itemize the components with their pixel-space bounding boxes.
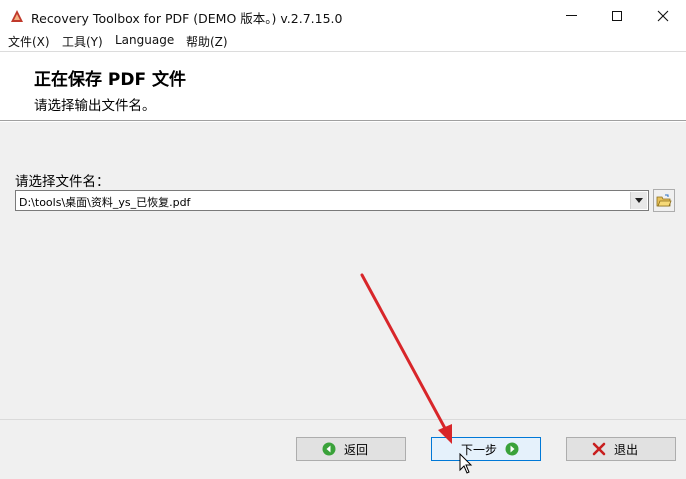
file-name-combobox[interactable]: D:\tools\桌面\资料_ys_已恢复.pdf	[15, 190, 649, 211]
wizard-content: 请选择文件名： D:\tools\桌面\资料_ys_已恢复.pdf	[0, 122, 686, 419]
dropdown-arrow-button[interactable]	[630, 192, 647, 209]
menu-tools[interactable]: 工具(Y)	[62, 33, 103, 50]
open-folder-icon	[656, 194, 672, 206]
red-x-icon	[592, 442, 606, 456]
next-button[interactable]: 下一步	[431, 437, 541, 461]
browse-folder-button[interactable]	[653, 189, 675, 212]
file-name-value[interactable]: D:\tools\桌面\资料_ys_已恢复.pdf	[19, 194, 190, 210]
arrow-right-icon	[505, 442, 519, 456]
file-name-label: 请选择文件名：	[15, 174, 110, 190]
close-icon	[657, 10, 669, 21]
maximize-icon	[612, 10, 622, 21]
minimize-icon	[565, 15, 577, 16]
menu-file[interactable]: 文件(X)	[8, 33, 50, 50]
menu-bar: 文件(X) 工具(Y) Language 帮助(Z)	[0, 31, 686, 50]
page-subtitle: 请选择输出文件名。	[34, 98, 156, 114]
close-button[interactable]	[640, 0, 686, 31]
window-title: Recovery Toolbox for PDF (DEMO 版本。) v.2.…	[31, 11, 343, 26]
back-button-label: 返回	[343, 442, 368, 457]
back-button[interactable]: 返回	[296, 437, 406, 461]
menu-help[interactable]: 帮助(Z)	[186, 33, 228, 50]
maximize-button[interactable]	[594, 0, 640, 31]
minimize-button[interactable]	[548, 0, 594, 31]
app-logo-icon	[9, 8, 25, 24]
exit-button-label: 退出	[613, 442, 638, 457]
wizard-footer: 返回 下一步 退出	[0, 419, 686, 479]
app-window: Recovery Toolbox for PDF (DEMO 版本。) v.2.…	[0, 0, 686, 479]
wizard-header: 正在保存 PDF 文件 请选择输出文件名。	[0, 51, 686, 121]
arrow-left-icon	[322, 442, 336, 456]
mouse-cursor-icon	[459, 453, 473, 474]
title-bar[interactable]: Recovery Toolbox for PDF (DEMO 版本。) v.2.…	[0, 0, 686, 32]
page-title: 正在保存 PDF 文件	[34, 70, 187, 90]
exit-button[interactable]: 退出	[566, 437, 676, 461]
menu-language[interactable]: Language	[115, 33, 174, 47]
chevron-down-icon	[635, 198, 643, 203]
